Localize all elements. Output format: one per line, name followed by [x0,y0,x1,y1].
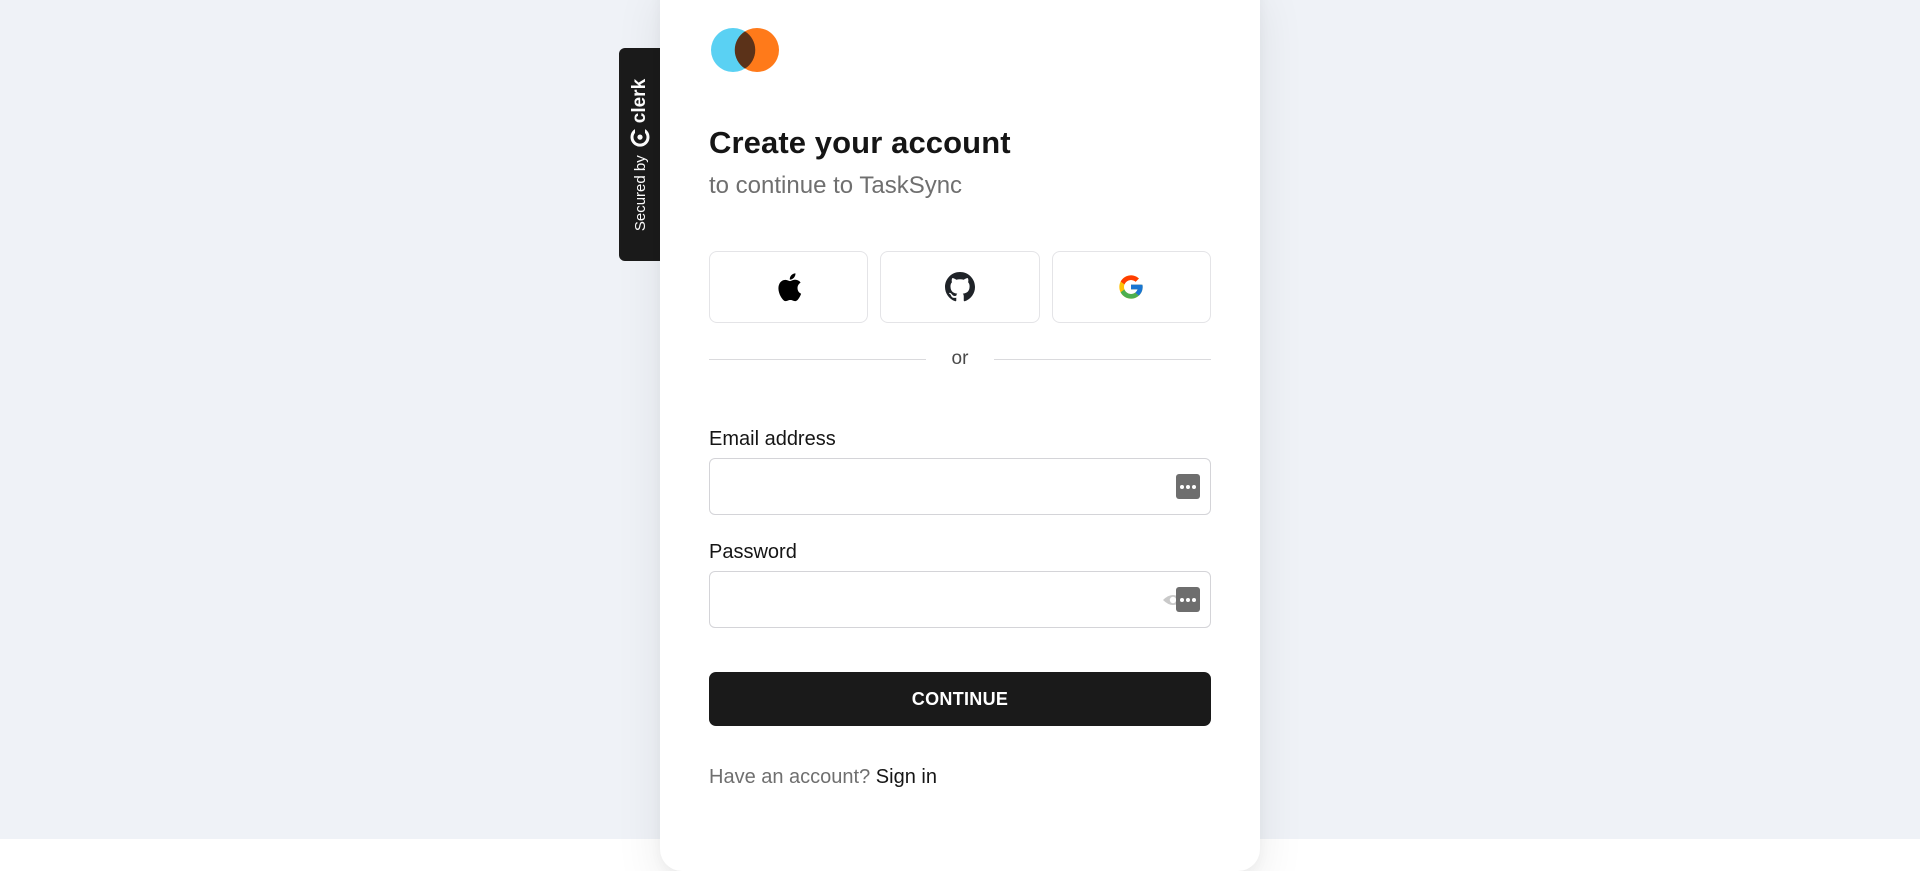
sign-in-link[interactable]: Sign in [876,766,937,788]
continue-button[interactable]: CONTINUE [709,672,1211,726]
github-icon [944,272,975,302]
divider-line-right [994,358,1211,360]
page-subtitle: to continue to TaskSync [709,172,963,199]
email-label: Email address [709,428,836,450]
sign-in-prompt: Have an account? Sign in [709,766,937,789]
apple-icon [778,273,801,302]
password-label: Password [709,541,797,563]
google-sign-in-button[interactable] [1051,251,1211,323]
page-title: Create your account [709,125,1011,160]
social-sign-in-row [709,251,1211,323]
secured-by-label: Secured by [631,154,649,231]
apple-sign-in-button[interactable] [709,251,869,323]
divider-label: or [951,348,969,369]
or-divider: or [709,348,1211,370]
divider-line-left [709,358,926,360]
email-field[interactable] [710,459,1210,514]
github-sign-in-button[interactable] [880,251,1040,323]
google-icon [1119,275,1143,299]
app-logo-icon [711,28,779,72]
clerk-logo-icon [630,126,650,147]
clerk-brand: clerk [629,78,651,147]
password-field[interactable] [710,572,1210,627]
password-manager-icon[interactable] [1176,587,1200,612]
email-field-wrapper [709,458,1211,515]
clerk-brand-label: clerk [629,78,650,123]
password-manager-icon[interactable] [1176,474,1200,499]
sign-up-card: Create your account to continue to TaskS… [660,0,1260,871]
password-field-wrapper [709,571,1211,628]
secured-by-clerk-badge[interactable]: Secured by clerk [619,48,661,261]
have-account-text: Have an account? [709,766,871,788]
